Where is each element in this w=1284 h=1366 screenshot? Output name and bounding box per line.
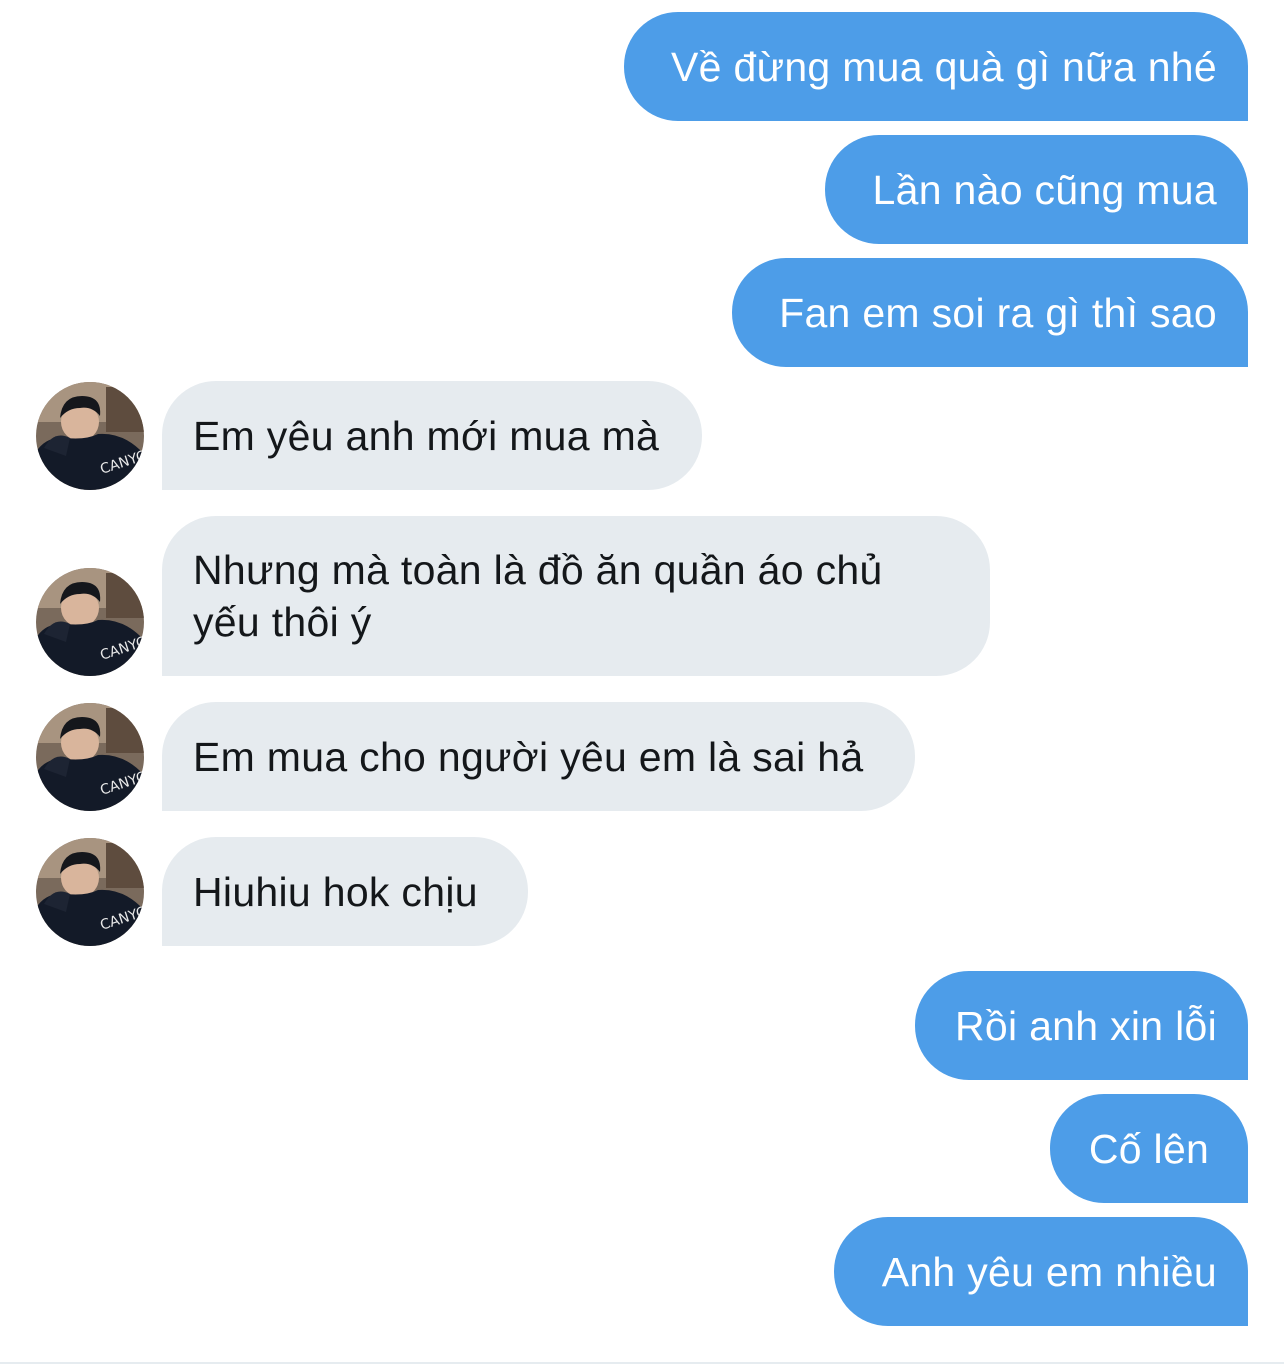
avatar-photo: CANYON xyxy=(36,703,144,811)
message-text: Lần nào cũng mua xyxy=(872,166,1217,213)
message-bubble-received[interactable]: Nhưng mà toàn là đồ ăn quần áo chủ yếu t… xyxy=(162,516,990,676)
avatar-photo: CANYON xyxy=(36,568,144,676)
bottom-divider xyxy=(0,1362,1284,1364)
message-bubble-sent[interactable]: Cố lên xyxy=(1050,1094,1248,1203)
message-text: Fan em soi ra gì thì sao xyxy=(779,289,1217,336)
message-bubble-received[interactable]: Hiuhiu hok chịu xyxy=(162,837,528,946)
message-bubble-sent[interactable]: Fan em soi ra gì thì sao xyxy=(732,258,1248,367)
avatar[interactable]: CANYON xyxy=(36,382,144,490)
message-text: Về đừng mua quà gì nữa nhé xyxy=(671,43,1217,90)
message-bubble-sent[interactable]: Lần nào cũng mua xyxy=(825,135,1248,244)
message-bubble-received[interactable]: Em mua cho người yêu em là sai hả xyxy=(162,702,915,811)
message-bubble-received[interactable]: Em yêu anh mới mua mà xyxy=(162,381,702,490)
message-text: Nhưng mà toàn là đồ ăn quần áo chủ yếu t… xyxy=(193,547,883,645)
message-bubble-sent[interactable]: Về đừng mua quà gì nữa nhé xyxy=(624,12,1248,121)
message-bubble-sent[interactable]: Anh yêu em nhiều xyxy=(834,1217,1248,1326)
message-text: Rồi anh xin lỗi xyxy=(954,1002,1217,1049)
message-text: Cố lên xyxy=(1088,1125,1210,1172)
message-text: Em mua cho người yêu em là sai hả xyxy=(193,733,864,780)
message-bubble-sent[interactable]: Rồi anh xin lỗi xyxy=(915,971,1248,1080)
message-text: Anh yêu em nhiều xyxy=(881,1248,1217,1295)
message-text: Em yêu anh mới mua mà xyxy=(193,412,660,459)
message-text: Hiuhiu hok chịu xyxy=(193,868,478,915)
avatar[interactable]: CANYON xyxy=(36,838,144,946)
avatar[interactable]: CANYON xyxy=(36,703,144,811)
avatar[interactable]: CANYON xyxy=(36,568,144,676)
avatar-photo: CANYON xyxy=(36,382,144,490)
avatar-photo: CANYON xyxy=(36,838,144,946)
